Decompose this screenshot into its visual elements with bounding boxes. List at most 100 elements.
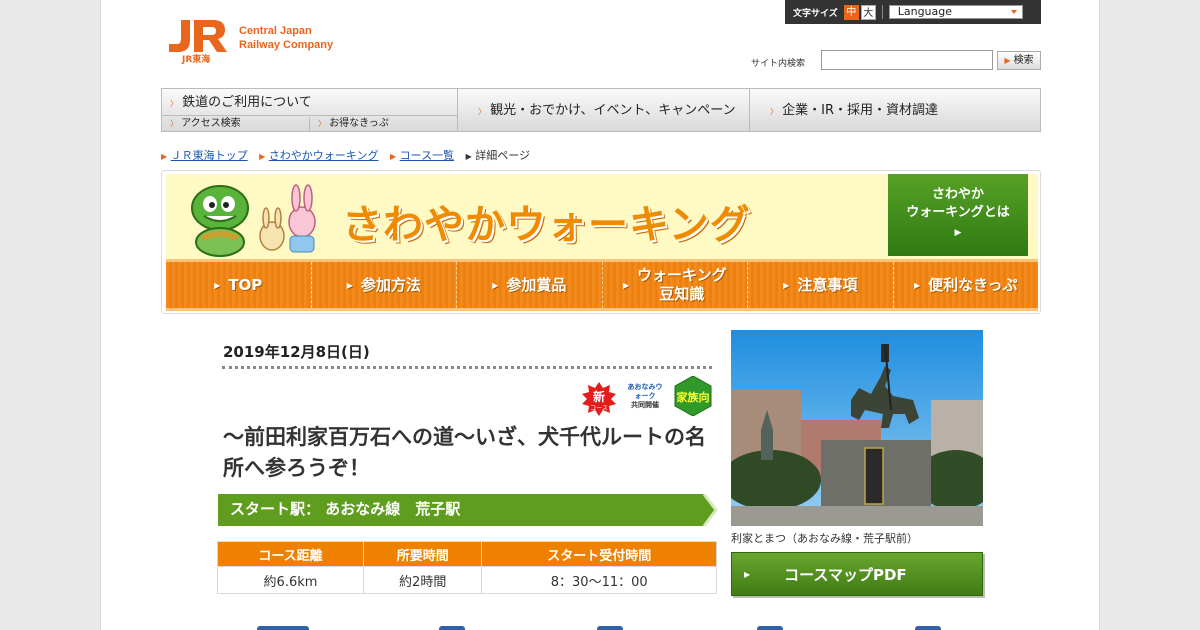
bottom-tab[interactable]: [257, 626, 309, 630]
gnav-tourism-link[interactable]: 〉 観光・おでかけ、イベント、キャンペーン: [458, 89, 750, 131]
gnav-discount-ticket-label: お得なきっぷ: [329, 118, 389, 129]
arrow-right-icon: ▶: [214, 280, 221, 290]
arrow-right-icon: 〉: [770, 107, 778, 116]
walking-nav-trivia[interactable]: ▶ ウォーキング 豆知識: [603, 262, 748, 308]
gnav-corporate-label: 企業・IR・採用・資材調達: [782, 103, 939, 118]
breadcrumb-walking[interactable]: さわやかウォーキング: [269, 149, 379, 162]
course-map-pdf-label: コースマップPDF: [784, 565, 907, 584]
search-label: サイト内検索: [751, 59, 806, 69]
search-input[interactable]: [821, 50, 993, 70]
gnav-corporate-link[interactable]: 〉 企業・IR・採用・資材調達: [750, 89, 1040, 131]
table-row: 約6.6km 約2時間 8：30～11：00: [217, 566, 717, 594]
arrow-right-icon: 〉: [478, 107, 486, 116]
walking-nav-tickets-label: 便利なきっぷ: [928, 275, 1018, 294]
font-size-large-button[interactable]: 大: [860, 4, 876, 20]
walking-header: さわやかウォーキング さわやか ウォーキングとは ▶: [166, 174, 1038, 260]
breadcrumb-jr-top[interactable]: ＪＲ東海トップ: [171, 149, 248, 162]
value-distance: 約6.6km: [217, 566, 364, 594]
start-station-text: スタート駅： あおなみ線 荒子駅: [230, 494, 460, 525]
gnav-railway-link[interactable]: 〉 鉄道のご利用について: [162, 89, 458, 116]
badge-walk-line1: あおなみウォーク: [627, 383, 663, 400]
arrow-right-icon: ▶: [259, 152, 266, 161]
bottom-tab[interactable]: [757, 626, 783, 630]
breadcrumb-course-list[interactable]: コース一覧: [400, 149, 454, 162]
jr-logo-icon: JR東海: [169, 20, 227, 65]
mascot-characters-illustration: [191, 184, 316, 257]
font-size-medium-button[interactable]: 中: [843, 4, 859, 20]
badge-family-text: 家族向: [677, 390, 710, 404]
walking-nav: ▶ TOP ▶ 参加方法 ▶ 参加賞品 ▶ ウォーキング 豆知識 ▶ 注意事項 ▶ 便利なきっ…: [166, 259, 1038, 311]
arrow-right-icon: 〉: [170, 119, 178, 128]
logo-line1: Central Japan: [239, 25, 312, 37]
walking-nav-how-to-join[interactable]: ▶ 参加方法: [312, 262, 457, 308]
bottom-tabs-edge: [257, 626, 957, 630]
gnav-access-search-label: アクセス検索: [181, 118, 241, 129]
start-station-banner: スタート駅： あおなみ線 荒子駅: [218, 494, 718, 526]
page: JR東海 Central Japan Railway Company 文字サイズ…: [100, 0, 1100, 630]
walking-nav-top-label: TOP: [228, 275, 263, 294]
course-map-pdf-button[interactable]: ▶ コースマップPDF: [731, 552, 983, 596]
badge-new-sub-text: コース: [590, 405, 608, 412]
font-size-label: 文字サイズ: [793, 8, 838, 19]
arrow-right-icon: ▶: [389, 152, 397, 161]
value-duration: 約2時間: [362, 566, 483, 594]
utility-bar: 文字サイズ 中 大 Language: [785, 0, 1041, 24]
arrow-right-icon: ▶: [622, 280, 630, 290]
walking-nav-prizes-label: 参加賞品: [506, 275, 567, 294]
logo-company-name: Central Japan Railway Company: [239, 24, 333, 52]
arrow-right-icon: ▶: [744, 569, 751, 579]
arrow-right-icon: 〉: [318, 119, 326, 128]
walking-nav-notes-label: 注意事項: [797, 275, 858, 294]
breadcrumb: ▶ ＪＲ東海トップ ▶ さわやかウォーキング ▶ コース一覧 ▶ 詳細ページ: [161, 147, 530, 163]
search-button-label: 検索: [1013, 55, 1034, 66]
language-select-label: Language: [897, 5, 953, 18]
breadcrumb-current: 詳細ページ: [475, 149, 531, 162]
arrow-right-icon: ▶: [913, 280, 921, 290]
arrow-right-icon: ▶: [1004, 56, 1011, 65]
badge-new-text: 新: [593, 389, 605, 404]
aonami-walk-badge: あおなみウォーク 共同開催: [625, 383, 665, 410]
course-photo-statue: [731, 330, 983, 526]
about-walking-line2: ウォーキングとは: [906, 205, 1010, 220]
arrow-right-icon: ▶: [465, 152, 472, 161]
walking-nav-tickets[interactable]: ▶ 便利なきっぷ: [894, 262, 1039, 308]
walking-nav-prizes[interactable]: ▶ 参加賞品: [457, 262, 603, 308]
new-course-badge-icon: 新 コース: [582, 382, 616, 416]
family-badge-icon: 家族向: [674, 376, 712, 416]
walking-nav-trivia-line2: 豆知識: [659, 285, 705, 303]
walking-nav-notes[interactable]: ▶ 注意事項: [748, 262, 894, 308]
language-select[interactable]: Language: [888, 5, 1023, 19]
utility-divider: [881, 5, 883, 19]
start-station-value: あおなみ線 荒子駅: [325, 500, 461, 518]
course-date: 2019年12月8日(日): [223, 343, 370, 361]
global-nav: 〉 鉄道のご利用について 〉 アクセス検索 〉 お得なきっぷ 〉 観光・おでかけ…: [161, 88, 1041, 132]
walking-nav-trivia-label: ウォーキング 豆知識: [637, 266, 727, 304]
value-start-time: 8：30～11：00: [481, 566, 717, 594]
bottom-tab[interactable]: [915, 626, 941, 630]
walking-nav-top[interactable]: ▶ TOP: [166, 262, 312, 308]
arrow-right-icon: ▶: [161, 152, 168, 161]
photo-caption: 利家とまつ（あおなみ線・荒子駅前）: [731, 532, 918, 545]
start-station-label: スタート駅：: [230, 500, 321, 518]
bottom-tab[interactable]: [439, 626, 465, 630]
table-header-row: コース距離 所要時間 スタート受付時間: [217, 541, 717, 567]
arrow-right-icon: ▶: [783, 280, 790, 290]
arrow-right-icon: 〉: [170, 99, 178, 108]
gnav-railway-label: 鉄道のご利用について: [182, 95, 312, 110]
gnav-access-search-link[interactable]: 〉 アクセス検索: [162, 117, 310, 131]
about-walking-line1: さわやか: [931, 187, 984, 202]
logo-mark-text: JR東海: [181, 53, 210, 64]
gnav-discount-ticket-link[interactable]: 〉 お得なきっぷ: [310, 117, 458, 131]
dotted-divider: [222, 366, 712, 369]
walking-nav-how-to-join-label: 参加方法: [360, 275, 421, 294]
course-title: ～前田利家百万石への道～いざ、犬千代ルートの名所へ参ろうぞ！: [223, 425, 706, 480]
about-walking-button[interactable]: さわやか ウォーキングとは ▶: [888, 174, 1028, 256]
bottom-tab[interactable]: [597, 626, 623, 630]
badge-walk-line2: 共同開催: [631, 401, 659, 409]
chevron-down-icon: [1010, 10, 1017, 14]
walking-nav-trivia-line1: ウォーキング: [637, 266, 727, 284]
course-info-table: コース距離 所要時間 スタート受付時間 約6.6km 約2時間 8：30～11：…: [217, 541, 717, 594]
search-button[interactable]: ▶ 検索: [997, 51, 1041, 70]
logo-line2: Railway Company: [239, 39, 334, 51]
gnav-tourism-label: 観光・おでかけ、イベント、キャンペーン: [490, 103, 736, 118]
